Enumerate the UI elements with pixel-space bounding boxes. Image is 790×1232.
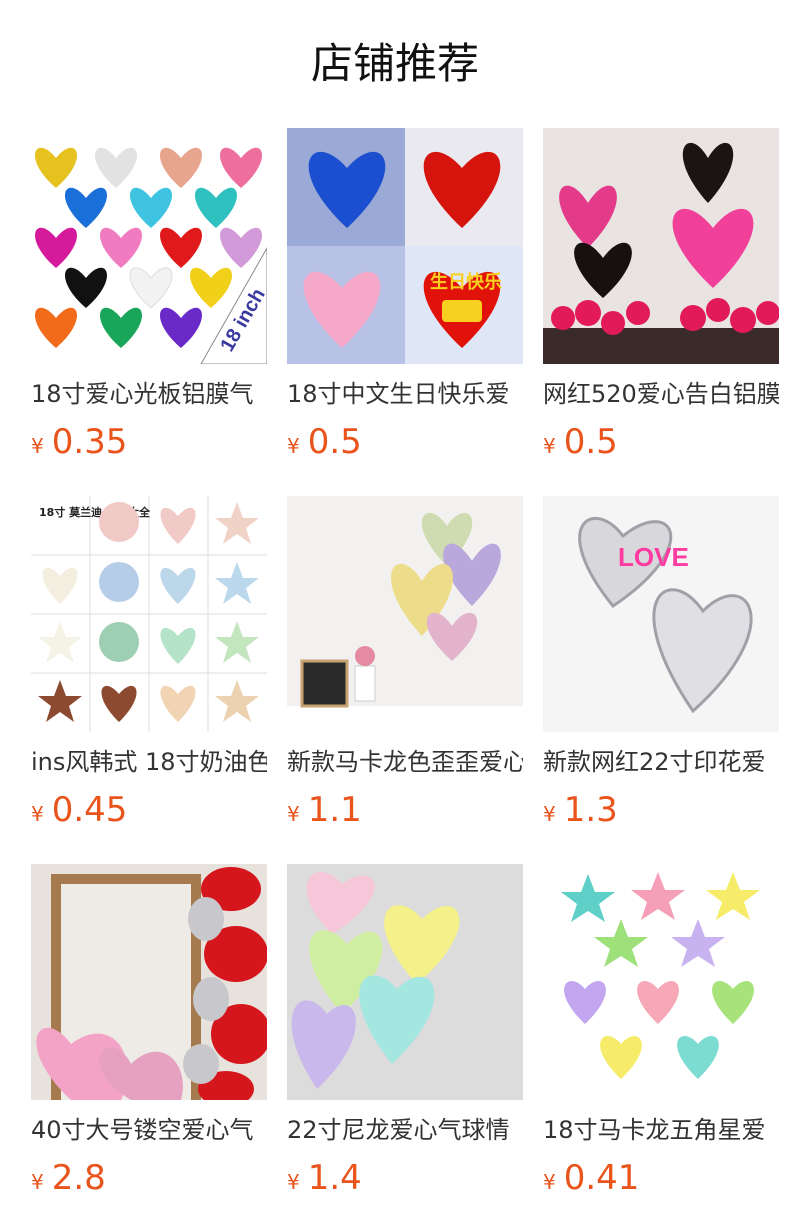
product-price: ¥0.45	[31, 790, 128, 830]
product-name[interactable]: 网红520爱心告白铝膜	[543, 376, 779, 412]
product-price: ¥2.8	[31, 1158, 106, 1198]
product-price: ¥0.5	[543, 422, 618, 462]
product-price: ¥0.5	[287, 422, 362, 462]
product-image[interactable]	[543, 864, 779, 1100]
currency-symbol: ¥	[31, 434, 44, 458]
product-price: ¥1.4	[287, 1158, 362, 1198]
currency-symbol: ¥	[543, 1170, 556, 1194]
product-card[interactable]: 18寸马卡龙五角星爱 ¥0.41	[543, 864, 779, 1200]
product-price: ¥0.41	[543, 1158, 640, 1198]
product-name[interactable]: 40寸大号镂空爱心气	[31, 1112, 267, 1148]
product-card[interactable]: 18 inch 18寸爱心光板铝膜气 ¥0.35	[31, 128, 267, 464]
product-image[interactable]: 18寸 莫兰迪 气球大全	[31, 496, 267, 732]
product-card[interactable]: 网红520爱心告白铝膜 ¥0.5	[543, 128, 779, 464]
product-name[interactable]: 18寸中文生日快乐爱	[287, 376, 523, 412]
product-card[interactable]: 18寸 莫兰迪 气球大全 ins风韩式 18寸奶油色 ¥0.45	[31, 496, 267, 832]
product-price: ¥0.35	[31, 422, 128, 462]
product-card[interactable]: 新款马卡龙色歪歪爱心 ¥1.1	[287, 496, 523, 832]
thumb-badge: LOVE	[618, 542, 689, 572]
product-price: ¥1.1	[287, 790, 362, 830]
product-name[interactable]: 18寸马卡龙五角星爱	[543, 1112, 779, 1148]
product-name[interactable]: ins风韩式 18寸奶油色	[31, 744, 267, 780]
product-image[interactable]	[31, 864, 267, 1100]
product-card[interactable]: 22寸尼龙爱心气球情 ¥1.4	[287, 864, 523, 1200]
currency-symbol: ¥	[287, 434, 300, 458]
currency-symbol: ¥	[543, 434, 556, 458]
product-image[interactable]	[287, 864, 523, 1100]
currency-symbol: ¥	[31, 1170, 44, 1194]
currency-symbol: ¥	[31, 802, 44, 826]
product-card[interactable]: 生日快乐 18寸中文生日快乐爱 ¥0.5	[287, 128, 523, 464]
product-image[interactable]: 18 inch	[31, 128, 267, 364]
thumb-badge: 生日快乐	[430, 271, 502, 293]
currency-symbol: ¥	[287, 1170, 300, 1194]
product-name[interactable]: 新款网红22寸印花爱	[543, 744, 779, 780]
currency-symbol: ¥	[543, 802, 556, 826]
product-image[interactable]	[287, 496, 523, 732]
currency-symbol: ¥	[287, 802, 300, 826]
product-card[interactable]: LOVE 新款网红22寸印花爱 ¥1.3	[543, 496, 779, 832]
product-name[interactable]: 18寸爱心光板铝膜气	[31, 376, 267, 412]
product-card[interactable]: 40寸大号镂空爱心气 ¥2.8	[31, 864, 267, 1200]
product-image[interactable]	[543, 128, 779, 364]
product-name[interactable]: 新款马卡龙色歪歪爱心	[287, 744, 523, 780]
product-image[interactable]: 生日快乐	[287, 128, 523, 364]
product-name[interactable]: 22寸尼龙爱心气球情	[287, 1112, 523, 1148]
product-price: ¥1.3	[543, 790, 618, 830]
page-title: 店铺推荐	[310, 39, 479, 88]
product-image[interactable]: LOVE	[543, 496, 779, 732]
